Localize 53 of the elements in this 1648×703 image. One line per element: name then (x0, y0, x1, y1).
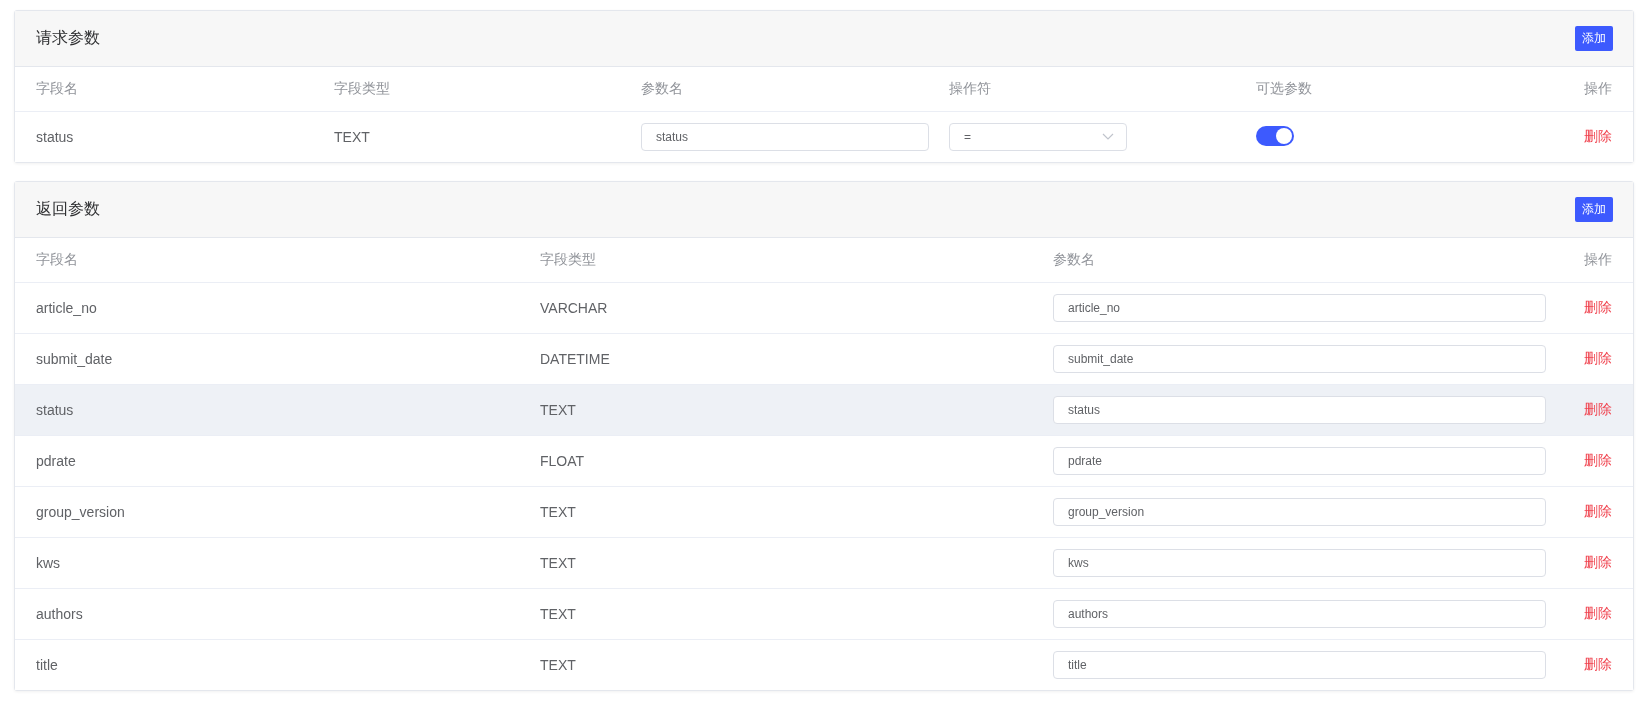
column-header: 参数名 (641, 80, 684, 98)
delete-link[interactable]: 删除 (1584, 554, 1612, 572)
field-type-cell-text: TEXT (540, 606, 577, 622)
delete-link[interactable]: 删除 (1584, 452, 1612, 470)
field-name-cell-text: authors (36, 606, 84, 622)
column-header: 字段名 (36, 80, 79, 98)
column-header: 可选参数 (1256, 80, 1313, 98)
column-header: 参数名 (1053, 251, 1096, 269)
field-type-cell-text: VARCHAR (540, 300, 609, 316)
column-header: 操作 (1584, 251, 1612, 269)
field-name-cell-text: submit_date (36, 351, 114, 367)
add-button[interactable]: 添加 (1575, 197, 1613, 222)
column-header: 字段类型 (334, 80, 391, 98)
field-type-cell-text: TEXT (540, 657, 577, 673)
column-header: 操作 (1584, 80, 1612, 98)
add-button[interactable]: 添加 (1575, 26, 1613, 51)
field-name-cell-text: article_no (36, 300, 98, 316)
panel-title: 请求参数 (36, 28, 100, 48)
column-header: 字段名 (36, 251, 79, 269)
param-name-input[interactable]: group_version (1053, 498, 1546, 526)
param-name-input[interactable]: status (641, 123, 929, 151)
column-header: 操作符 (949, 80, 992, 98)
delete-link[interactable]: 删除 (1584, 299, 1612, 317)
field-type-cell-text: TEXT (540, 555, 577, 571)
delete-link[interactable]: 删除 (1584, 128, 1612, 146)
optional-toggle[interactable] (1256, 125, 1294, 146)
field-name-cell-text: kws (36, 555, 62, 571)
operator-select[interactable]: = (949, 123, 1127, 151)
field-name-cell-text: pdrate (36, 453, 77, 469)
param-name-input[interactable]: kws (1053, 549, 1546, 577)
field-name-cell-text: status (36, 402, 75, 418)
column-header: 字段类型 (540, 251, 597, 269)
param-name-input[interactable]: authors (1053, 600, 1546, 628)
delete-link[interactable]: 删除 (1584, 350, 1612, 368)
param-name-input[interactable]: title (1053, 651, 1546, 679)
delete-link[interactable]: 删除 (1584, 401, 1612, 419)
param-name-input[interactable]: submit_date (1053, 345, 1546, 373)
field-name-cell-text: group_version (36, 504, 126, 520)
delete-link[interactable]: 删除 (1584, 656, 1612, 674)
chevron-down-icon (1102, 133, 1114, 141)
field-type-cell-text: TEXT (540, 402, 577, 418)
panel-title: 返回参数 (36, 199, 100, 219)
field-type-cell-text: TEXT (334, 129, 371, 145)
param-name-input[interactable]: status (1053, 396, 1546, 424)
field-name-cell-text: status (36, 129, 75, 145)
delete-link[interactable]: 删除 (1584, 503, 1612, 521)
field-name-cell-text: title (36, 657, 59, 673)
field-type-cell-text: TEXT (540, 504, 577, 520)
param-name-input[interactable]: article_no (1053, 294, 1546, 322)
delete-link[interactable]: 删除 (1584, 605, 1612, 623)
field-type-cell-text: DATETIME (540, 351, 611, 367)
field-type-cell-text: FLOAT (540, 453, 586, 469)
param-name-input[interactable]: pdrate (1053, 447, 1546, 475)
